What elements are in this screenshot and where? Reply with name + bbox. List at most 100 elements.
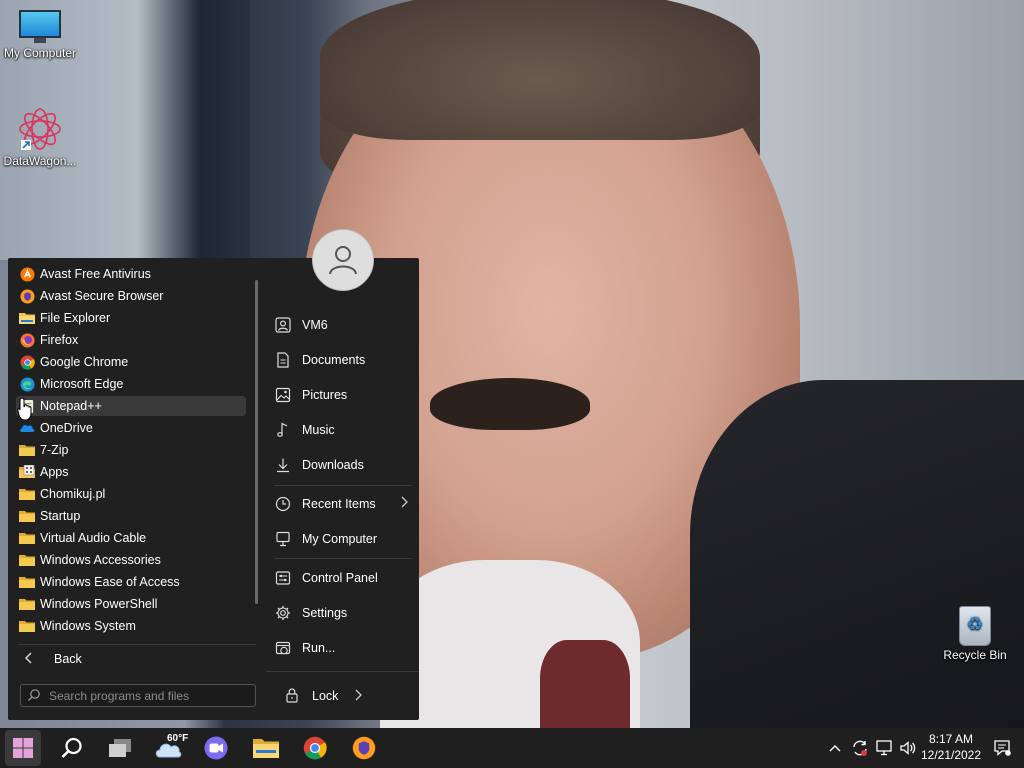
program-item-avast-secure-browser[interactable]: Avast Secure Browser bbox=[16, 286, 246, 306]
notification-icon bbox=[994, 740, 1011, 756]
wallpaper-mustache bbox=[430, 378, 590, 430]
task-view-button[interactable] bbox=[102, 730, 138, 766]
taskbar: 60°F 8:17 AM 12/21/2022 bbox=[0, 728, 1024, 768]
lock-button[interactable]: Lock bbox=[284, 684, 374, 708]
user-icon bbox=[329, 246, 357, 275]
program-label: Firefox bbox=[40, 333, 79, 347]
lock-icon bbox=[284, 687, 302, 705]
chrome-icon bbox=[303, 736, 327, 760]
user-avatar[interactable] bbox=[312, 229, 374, 291]
place-item-documents[interactable]: Documents bbox=[274, 347, 408, 373]
divider bbox=[18, 644, 256, 645]
program-item-file-explorer[interactable]: File Explorer bbox=[16, 308, 246, 328]
program-label: Google Chrome bbox=[40, 355, 129, 369]
apps-icon bbox=[19, 464, 35, 480]
program-label: 7-Zip bbox=[40, 443, 69, 457]
desktop-icon-label: My Computer bbox=[3, 46, 77, 60]
place-item-recent-items[interactable]: Recent Items bbox=[274, 491, 408, 517]
program-label: File Explorer bbox=[40, 311, 111, 325]
back-label: Back bbox=[54, 652, 82, 666]
place-label: Recent Items bbox=[302, 497, 376, 511]
program-item-windows-accessories[interactable]: Windows Accessories bbox=[16, 550, 246, 570]
download-icon bbox=[274, 456, 292, 474]
program-label: Windows System bbox=[40, 619, 136, 633]
divider bbox=[274, 485, 412, 486]
desktop-icon-my-computer[interactable]: My Computer bbox=[0, 10, 80, 60]
program-label: Startup bbox=[40, 509, 81, 523]
monitor-icon bbox=[19, 10, 61, 44]
search-input[interactable] bbox=[49, 688, 239, 703]
desktop-icon-label: DataWagon... bbox=[3, 154, 77, 168]
program-item-firefox[interactable]: Firefox bbox=[16, 330, 246, 350]
place-label: Run... bbox=[302, 641, 336, 655]
chevron-right-icon[interactable] bbox=[354, 689, 363, 704]
program-label: Avast Free Antivirus bbox=[40, 267, 151, 281]
program-list: Avast Free Antivirus Avast Secure Browse… bbox=[8, 258, 258, 658]
lock-label: Lock bbox=[312, 689, 339, 703]
place-item-pictures[interactable]: Pictures bbox=[274, 382, 408, 408]
folder-icon bbox=[19, 508, 35, 524]
place-label: Control Panel bbox=[302, 571, 378, 585]
program-item-startup[interactable]: Startup bbox=[16, 506, 246, 526]
divider bbox=[266, 671, 419, 672]
file-explorer-button[interactable] bbox=[248, 730, 284, 766]
clock-date: 12/21/2022 bbox=[920, 748, 982, 762]
program-item-onedrive[interactable]: OneDrive bbox=[16, 418, 246, 438]
search-icon bbox=[27, 688, 43, 704]
recycle-bin-icon: ♻ bbox=[957, 602, 993, 646]
desktop-icon-label: Recycle Bin bbox=[943, 648, 1007, 662]
search-button[interactable] bbox=[54, 730, 90, 766]
place-label: Music bbox=[302, 423, 335, 437]
wallpaper-hair-top bbox=[320, 0, 760, 140]
folder-icon bbox=[19, 552, 35, 568]
folder-icon bbox=[19, 574, 35, 590]
firefox-icon bbox=[19, 332, 35, 348]
place-item-vm6[interactable]: VM6 bbox=[274, 312, 408, 338]
place-item-settings[interactable]: Settings bbox=[274, 600, 408, 626]
chevron-right-icon bbox=[400, 496, 408, 511]
folder-icon bbox=[19, 310, 35, 326]
program-label: Windows PowerShell bbox=[40, 597, 158, 611]
place-item-music[interactable]: Music bbox=[274, 417, 408, 443]
place-label: Downloads bbox=[302, 458, 364, 472]
desktop-icon-datawagon[interactable]: DataWagon... bbox=[0, 106, 80, 168]
program-list-scrollbar[interactable] bbox=[255, 280, 258, 604]
program-item-apps[interactable]: Apps bbox=[16, 462, 246, 482]
back-button[interactable]: Back bbox=[18, 648, 254, 670]
avast-browser-icon bbox=[19, 288, 35, 304]
program-item-chomikuj[interactable]: Chomikuj.pl bbox=[16, 484, 246, 504]
clock-time: 8:17 AM bbox=[928, 732, 974, 746]
show-hidden-icons-chevron-up-icon[interactable] bbox=[826, 744, 844, 752]
program-item-windows-ease-of-access[interactable]: Windows Ease of Access bbox=[16, 572, 246, 592]
place-item-run[interactable]: Run... bbox=[274, 635, 408, 661]
desktop-icon-recycle-bin[interactable]: ♻ Recycle Bin bbox=[935, 602, 1015, 662]
taskbar-clock[interactable]: 8:17 AM 12/21/2022 bbox=[915, 731, 987, 763]
start-button[interactable] bbox=[5, 730, 41, 766]
sync-icon[interactable] bbox=[848, 739, 872, 757]
place-item-control-panel[interactable]: Control Panel bbox=[274, 565, 408, 591]
user-folder-icon bbox=[274, 316, 292, 334]
folder-icon bbox=[19, 596, 35, 612]
chrome-icon bbox=[19, 354, 35, 370]
program-item-google-chrome[interactable]: Google Chrome bbox=[16, 352, 246, 372]
place-item-my-computer[interactable]: My Computer bbox=[274, 526, 408, 552]
program-item-notepad-plus-plus[interactable]: Notepad++ bbox=[16, 396, 246, 416]
control-panel-icon bbox=[274, 569, 292, 587]
search-box[interactable] bbox=[20, 684, 256, 707]
program-item-avast-free-antivirus[interactable]: Avast Free Antivirus bbox=[16, 264, 246, 284]
network-icon[interactable] bbox=[872, 739, 896, 757]
notifications-button[interactable] bbox=[986, 730, 1018, 766]
chrome-button[interactable] bbox=[297, 730, 333, 766]
avast-browser-button[interactable] bbox=[346, 730, 382, 766]
wallpaper-suit bbox=[690, 380, 1024, 768]
program-item-virtual-audio-cable[interactable]: Virtual Audio Cable bbox=[16, 528, 246, 548]
program-item-windows-system[interactable]: Windows System bbox=[16, 616, 246, 636]
weather-temperature: 60°F bbox=[167, 733, 189, 744]
windows-logo-icon bbox=[13, 738, 33, 758]
place-item-downloads[interactable]: Downloads bbox=[274, 452, 408, 478]
program-item-windows-powershell[interactable]: Windows PowerShell bbox=[16, 594, 246, 614]
teams-chat-button[interactable] bbox=[198, 730, 234, 766]
program-item-7-zip[interactable]: 7-Zip bbox=[16, 440, 246, 460]
program-item-microsoft-edge[interactable]: Microsoft Edge bbox=[16, 374, 246, 394]
folder-icon bbox=[253, 739, 279, 758]
